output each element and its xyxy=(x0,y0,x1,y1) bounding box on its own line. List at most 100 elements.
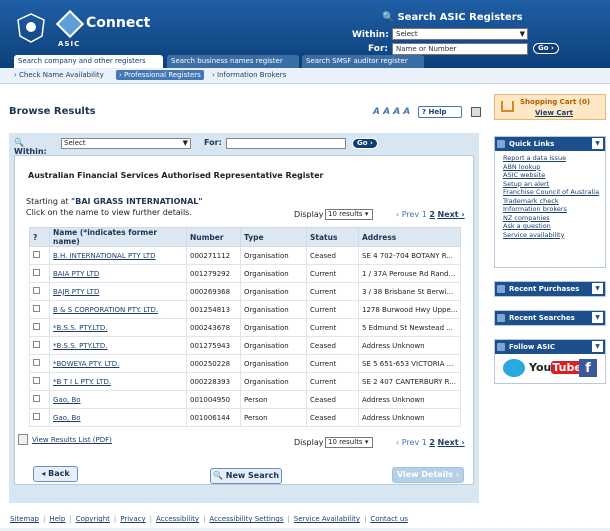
row-address: 3 / 38 Brisbane St Berwi... xyxy=(358,282,461,301)
footer-link[interactable]: Service Availability xyxy=(294,515,360,523)
quick-link-item[interactable]: Trademark check xyxy=(495,197,605,206)
view-cart-link[interactable]: View Cart xyxy=(535,109,573,117)
row-address: Address Unknown xyxy=(358,408,461,427)
inner-for-input[interactable] xyxy=(226,138,346,149)
table-row: Gao, Bo 001006144 Person Ceased Address Unkn… xyxy=(29,408,461,427)
subnav-information-brokers[interactable]: › Information Brokers xyxy=(212,71,286,79)
prev-link[interactable]: ‹ Prev xyxy=(396,438,419,447)
row-checkbox[interactable] xyxy=(29,282,50,301)
footer-link[interactable]: Privacy xyxy=(120,515,145,523)
quick-link-item[interactable]: Ask a question xyxy=(495,222,605,231)
row-checkbox[interactable] xyxy=(29,300,50,319)
row-name-link[interactable]: *B.S.S. PTY.LTD. xyxy=(49,318,187,337)
recent-purchases-header[interactable]: Recent Purchases ▼ xyxy=(495,282,605,296)
row-checkbox[interactable] xyxy=(29,390,50,409)
quick-link-item[interactable]: Report a data issue xyxy=(495,154,605,163)
table-row: *BOWEYA PTY. LTD. 000250228 Organisation Cu… xyxy=(29,354,461,373)
inner-within-select[interactable]: Select ▼ xyxy=(61,138,191,149)
tab-company-registers[interactable]: Search company and other registers xyxy=(14,55,163,68)
quick-links-header[interactable]: Quick Links ▼ xyxy=(495,137,605,151)
quick-link-item[interactable]: Service availability xyxy=(495,231,605,240)
follow-asic-header[interactable]: Follow ASIC ▼ xyxy=(495,340,605,354)
row-address: 1 / 37A Perouse Rd Rand... xyxy=(358,264,461,283)
row-checkbox[interactable] xyxy=(29,408,50,427)
col-help[interactable]: ? xyxy=(29,227,50,247)
quick-link-item[interactable]: ASIC website xyxy=(495,171,605,180)
within-select[interactable]: Select ▼ xyxy=(392,28,528,40)
row-name-link[interactable]: *B T I L PTY. LTD. xyxy=(49,372,187,391)
twitter-icon[interactable] xyxy=(503,359,525,377)
inner-go-button[interactable]: Go › xyxy=(352,138,378,149)
row-address: SE 2 407 CANTERBURY R... xyxy=(358,372,461,391)
row-type: Organisation xyxy=(240,282,307,301)
chevron-down-icon[interactable]: ▼ xyxy=(592,312,603,323)
row-number: 000228393 xyxy=(186,372,241,391)
chevron-down-icon[interactable]: ▼ xyxy=(592,138,603,149)
footer-link[interactable]: Sitemap xyxy=(10,515,39,523)
chevron-down-icon: ▼ xyxy=(182,139,188,147)
row-type: Person xyxy=(240,408,307,427)
prev-link[interactable]: ‹ Prev xyxy=(396,210,419,219)
recent-purchases-panel: Recent Purchases ▼ xyxy=(494,281,606,297)
footer-link[interactable]: Contact us xyxy=(370,515,408,523)
table-row: BAIA PTY LTD 001279292 Organisation Current… xyxy=(29,264,461,283)
chevron-down-icon[interactable]: ▼ xyxy=(592,283,603,294)
footer-link[interactable]: Accessibility Settings xyxy=(209,515,283,523)
quick-link-item[interactable]: Franchise Council of Australia xyxy=(495,188,605,197)
view-results-pdf-link[interactable]: View Results List (PDF) xyxy=(32,436,112,444)
for-input[interactable]: Name or Number xyxy=(392,43,528,55)
chevron-down-icon[interactable]: ▼ xyxy=(592,341,603,352)
row-status: Ceased xyxy=(306,390,359,409)
row-checkbox[interactable] xyxy=(29,318,50,337)
row-checkbox[interactable] xyxy=(29,336,50,355)
row-name-link[interactable]: Gao, Bo xyxy=(49,408,187,427)
row-status: Current xyxy=(306,318,359,337)
quick-link-item[interactable]: Information brokers xyxy=(495,205,605,214)
quick-link-item[interactable]: Setup an alert xyxy=(495,180,605,189)
quick-link-item[interactable]: ABN lookup xyxy=(495,163,605,172)
row-type: Organisation xyxy=(240,336,307,355)
row-checkbox[interactable] xyxy=(29,246,50,265)
next-link[interactable]: Next › xyxy=(438,438,465,447)
row-checkbox[interactable] xyxy=(29,264,50,283)
help-button[interactable]: ? Help xyxy=(418,106,462,118)
row-name-link[interactable]: BAJR PTY LTD xyxy=(49,282,187,301)
next-link[interactable]: Next › xyxy=(438,210,465,219)
quick-links-panel: Quick Links ▼ Report a data issue ABN look… xyxy=(494,136,606,268)
row-name-link[interactable]: *BOWEYA PTY. LTD. xyxy=(49,354,187,373)
page-2-link[interactable]: 2 xyxy=(429,438,435,447)
new-search-button[interactable]: 🔍 New Search xyxy=(210,468,282,484)
display-count-select[interactable]: 10 results ▾ xyxy=(325,209,373,220)
footer-link[interactable]: Copyright xyxy=(76,515,110,523)
row-status: Ceased xyxy=(306,408,359,427)
page-2-link[interactable]: 2 xyxy=(429,210,435,219)
tab-smsf-auditor[interactable]: Search SMSF auditor register xyxy=(302,55,424,68)
footer-link[interactable]: Help xyxy=(49,515,65,523)
subnav-check-name[interactable]: › Check Name Availability xyxy=(14,71,104,79)
footer-link[interactable]: Accessibility xyxy=(156,515,199,523)
header-go-button[interactable]: Go › xyxy=(533,43,559,54)
back-button[interactable]: ◂ Back xyxy=(33,466,78,482)
row-name-link[interactable]: Gao, Bo xyxy=(49,390,187,409)
row-name-link[interactable]: B & S CORPORATION PTY. LTD. xyxy=(49,300,187,319)
print-icon[interactable] xyxy=(471,107,481,117)
row-name-link[interactable]: B.H. INTERNATIONAL PTY LTD xyxy=(49,246,187,265)
col-name: Name (*indicates former name) xyxy=(49,227,187,247)
display-count-select-bottom[interactable]: 10 results ▾ xyxy=(325,437,373,448)
tab-business-names[interactable]: Search business names register xyxy=(167,55,299,68)
text-size-controls[interactable]: A A A A xyxy=(373,107,410,117)
recent-searches-header[interactable]: Recent Searches ▼ xyxy=(495,311,605,325)
facebook-icon[interactable]: f xyxy=(579,359,597,377)
view-details-button[interactable]: View Details › xyxy=(392,467,464,483)
row-status: Current xyxy=(306,300,359,319)
connect-logo-icon xyxy=(55,9,85,39)
subnav-professional-registers[interactable]: › Professional Registers xyxy=(116,70,204,80)
youtube-icon[interactable]: YouTube xyxy=(529,358,583,378)
row-checkbox[interactable] xyxy=(29,372,50,391)
quick-link-item[interactable]: NZ companies xyxy=(495,214,605,223)
row-checkbox[interactable] xyxy=(29,354,50,373)
table-row: *B.S.S. PTY.LTD. 001275943 Organisation Cea… xyxy=(29,336,461,355)
shopping-cart[interactable]: Shopping Cart (0) View Cart xyxy=(494,94,606,120)
row-name-link[interactable]: BAIA PTY LTD xyxy=(49,264,187,283)
row-name-link[interactable]: *B.S.S. PTY.LTD. xyxy=(49,336,187,355)
